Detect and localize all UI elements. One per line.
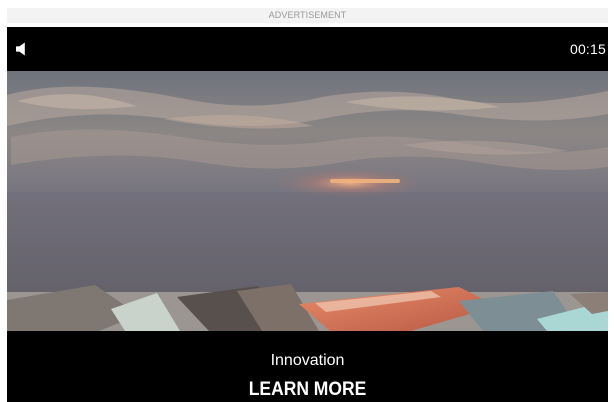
ad-countdown-timer: 00:15 xyxy=(569,41,606,57)
video-thumbnail xyxy=(7,71,608,331)
learn-more-button[interactable]: LEARN MORE xyxy=(31,378,584,402)
speaker-icon xyxy=(16,42,25,56)
player-bottom-bar: Innovation LEARN MORE xyxy=(7,331,608,402)
ad-headline: Innovation xyxy=(270,352,345,369)
advertisement-label: ADVERTISEMENT xyxy=(7,8,608,23)
video-frame[interactable] xyxy=(7,71,608,331)
player-top-bar: 00:15 xyxy=(7,27,608,71)
video-ad-player[interactable]: 00:15 Innovation LEARN MORE xyxy=(7,27,608,402)
mute-button[interactable] xyxy=(15,41,31,57)
